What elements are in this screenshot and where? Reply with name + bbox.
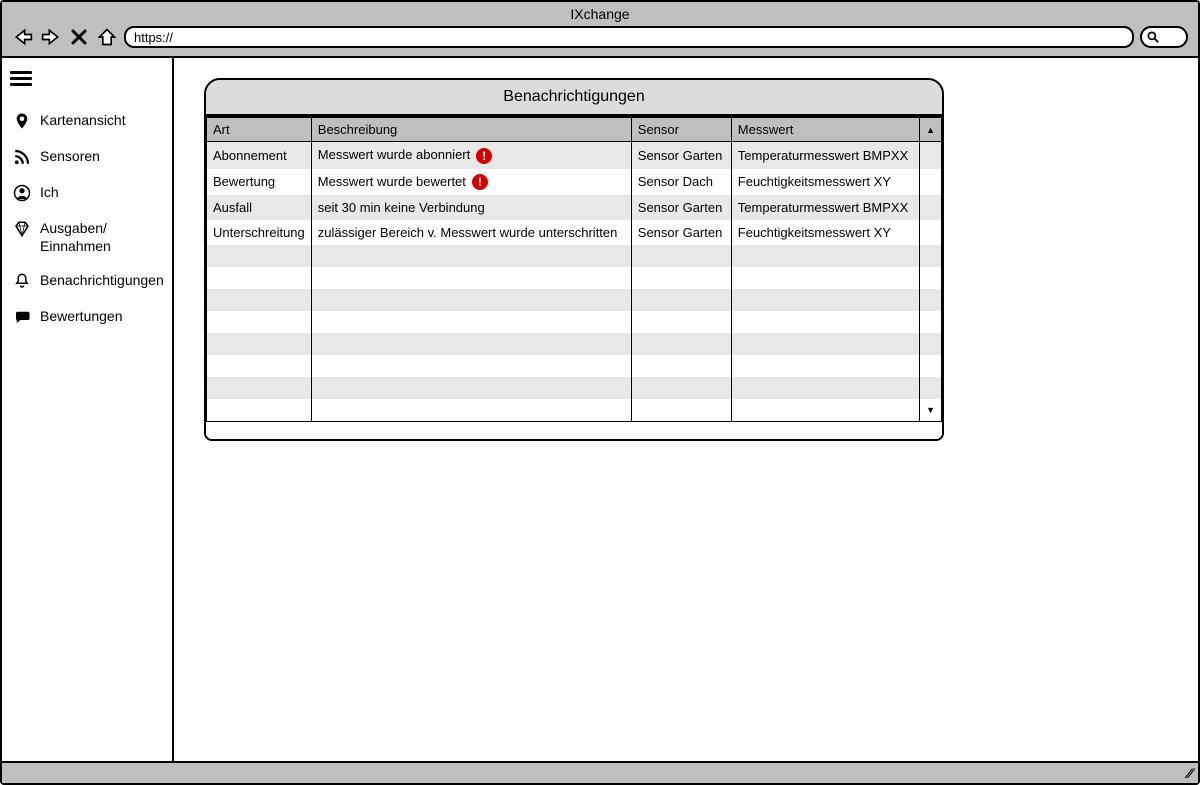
stop-button[interactable] bbox=[68, 26, 90, 48]
scrollbar-track[interactable] bbox=[920, 267, 942, 289]
notifications-panel: Benachrichtigungen Art Beschreibung Sens… bbox=[204, 78, 944, 441]
table-body: AbonnementMesswert wurde abonniert!Senso… bbox=[207, 142, 942, 422]
status-bar: ⁄⁄ bbox=[2, 761, 1198, 783]
table-row-empty bbox=[207, 333, 942, 355]
col-header-sensor[interactable]: Sensor bbox=[631, 117, 731, 142]
table-header-row: Art Beschreibung Sensor Messwert ▲ bbox=[207, 117, 942, 142]
table-row[interactable]: AbonnementMesswert wurde abonniert!Senso… bbox=[207, 142, 942, 169]
browser-chrome: IXchange bbox=[2, 2, 1198, 58]
rss-icon bbox=[12, 147, 32, 167]
scroll-down-button[interactable]: ▼ bbox=[920, 399, 942, 421]
table-row-empty bbox=[207, 377, 942, 399]
back-button[interactable] bbox=[12, 26, 34, 48]
browser-toolbar bbox=[2, 24, 1198, 56]
cell-beschreibung: Messwert wurde abonniert! bbox=[311, 142, 631, 169]
table-row-empty bbox=[207, 289, 942, 311]
cell-beschreibung: zulässiger Bereich v. Messwert wurde unt… bbox=[311, 220, 631, 245]
col-header-messwert[interactable]: Messwert bbox=[731, 117, 919, 142]
scrollbar-track[interactable] bbox=[920, 142, 942, 169]
cell-messwert: Temperaturmesswert BMPXX bbox=[731, 195, 919, 220]
table-row-empty bbox=[207, 267, 942, 289]
sidebar: Kartenansicht Sensoren Ich Ausgaben/ Ein… bbox=[2, 58, 174, 761]
sidebar-item-benachrichtigungen[interactable]: Benachrichtigungen bbox=[10, 263, 164, 299]
sidebar-item-ich[interactable]: Ich bbox=[10, 175, 164, 211]
scrollbar-track[interactable] bbox=[920, 195, 942, 220]
cell-art: Bewertung bbox=[207, 169, 312, 196]
home-button[interactable] bbox=[96, 26, 118, 48]
alert-icon: ! bbox=[476, 148, 492, 164]
nav-button-group bbox=[12, 26, 118, 48]
cell-beschreibung: seit 30 min keine Verbindung bbox=[311, 195, 631, 220]
sidebar-item-bewertungen[interactable]: Bewertungen bbox=[10, 299, 164, 335]
sidebar-item-sensoren[interactable]: Sensoren bbox=[10, 139, 164, 175]
menu-toggle-button[interactable] bbox=[10, 71, 32, 89]
resize-grip-icon[interactable]: ⁄⁄ bbox=[1187, 765, 1192, 781]
table-row[interactable]: BewertungMesswert wurde bewertet!Sensor … bbox=[207, 169, 942, 196]
sidebar-item-kartenansicht[interactable]: Kartenansicht bbox=[10, 103, 164, 139]
address-bar[interactable] bbox=[124, 26, 1134, 48]
table-row-empty bbox=[207, 355, 942, 377]
table-wrapper: Art Beschreibung Sensor Messwert ▲ Abonn… bbox=[206, 116, 942, 421]
sidebar-item-ausgaben-einnahmen[interactable]: Ausgaben/ Einnahmen bbox=[10, 211, 164, 263]
sidebar-item-label: Ich bbox=[40, 183, 59, 201]
table-row[interactable]: Ausfallseit 30 min keine VerbindungSenso… bbox=[207, 195, 942, 220]
alert-icon: ! bbox=[472, 174, 488, 190]
arrow-left-icon bbox=[13, 27, 33, 47]
chat-bubble-icon bbox=[12, 307, 32, 327]
sidebar-item-label: Ausgaben/ Einnahmen bbox=[40, 219, 111, 255]
col-header-beschreibung[interactable]: Beschreibung bbox=[311, 117, 631, 142]
cell-sensor: Sensor Dach bbox=[631, 169, 731, 196]
table-row-empty bbox=[207, 245, 942, 267]
notifications-table: Art Beschreibung Sensor Messwert ▲ Abonn… bbox=[206, 116, 942, 421]
table-row-empty: ▼ bbox=[207, 399, 942, 421]
panel-footer-strip bbox=[206, 421, 942, 439]
panel-title: Benachrichtigungen bbox=[206, 80, 942, 116]
sidebar-item-label: Sensoren bbox=[40, 147, 100, 165]
scrollbar-track[interactable] bbox=[920, 169, 942, 196]
scrollbar-track[interactable] bbox=[920, 333, 942, 355]
arrow-right-icon bbox=[41, 27, 61, 47]
scrollbar-track[interactable] bbox=[920, 245, 942, 267]
scrollbar-track[interactable] bbox=[920, 377, 942, 399]
cell-art: Unterschreitung bbox=[207, 220, 312, 245]
sidebar-item-label: Kartenansicht bbox=[40, 111, 126, 129]
cell-art: Ausfall bbox=[207, 195, 312, 220]
cell-messwert: Feuchtigkeitsmesswert XY bbox=[731, 169, 919, 196]
cell-sensor: Sensor Garten bbox=[631, 142, 731, 169]
magnifier-icon bbox=[1146, 30, 1160, 44]
scrollbar-track[interactable] bbox=[920, 289, 942, 311]
main-area: Kartenansicht Sensoren Ich Ausgaben/ Ein… bbox=[2, 58, 1198, 761]
forward-button[interactable] bbox=[40, 26, 62, 48]
search-button[interactable] bbox=[1140, 26, 1188, 48]
home-icon bbox=[97, 27, 117, 47]
diamond-icon bbox=[12, 219, 32, 239]
scroll-up-button[interactable]: ▲ bbox=[920, 117, 942, 142]
scrollbar-track[interactable] bbox=[920, 311, 942, 333]
scrollbar-track[interactable] bbox=[920, 220, 942, 245]
x-icon bbox=[70, 28, 88, 46]
cell-messwert: Temperaturmesswert BMPXX bbox=[731, 142, 919, 169]
cell-messwert: Feuchtigkeitsmesswert XY bbox=[731, 220, 919, 245]
cell-sensor: Sensor Garten bbox=[631, 220, 731, 245]
sidebar-item-label: Benachrichtigungen bbox=[40, 271, 164, 289]
window-title: IXchange bbox=[2, 2, 1198, 24]
location-pin-icon bbox=[12, 111, 32, 131]
scrollbar-track[interactable] bbox=[920, 355, 942, 377]
content-area: Benachrichtigungen Art Beschreibung Sens… bbox=[174, 58, 1198, 761]
col-header-art[interactable]: Art bbox=[207, 117, 312, 142]
table-row-empty bbox=[207, 311, 942, 333]
cell-art: Abonnement bbox=[207, 142, 312, 169]
user-circle-icon bbox=[12, 183, 32, 203]
cell-sensor: Sensor Garten bbox=[631, 195, 731, 220]
cell-beschreibung: Messwert wurde bewertet! bbox=[311, 169, 631, 196]
bell-icon bbox=[12, 271, 32, 291]
table-row[interactable]: Unterschreitungzulässiger Bereich v. Mes… bbox=[207, 220, 942, 245]
sidebar-item-label: Bewertungen bbox=[40, 307, 123, 325]
